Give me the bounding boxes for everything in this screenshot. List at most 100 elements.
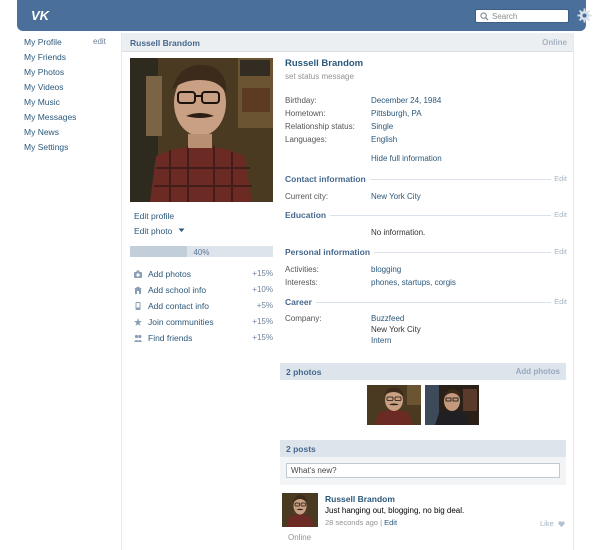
online-footer: Online	[288, 533, 312, 542]
info-value[interactable]: English	[371, 135, 397, 144]
online-status: Online	[542, 38, 567, 47]
info-row-hometown: Hometown: Pittsburgh, PA	[285, 109, 567, 121]
photo-thumbnail[interactable]	[367, 385, 421, 425]
like-button[interactable]: Like	[540, 519, 565, 528]
task-add-photos[interactable]: Add photos +15%	[132, 269, 273, 285]
section-title: Education	[285, 210, 331, 220]
info-key: Relationship status:	[285, 122, 355, 131]
info-row-activities: Activities: blogging	[285, 265, 567, 277]
edit-profile-link[interactable]: edit	[93, 37, 106, 46]
info-value: No information.	[371, 228, 426, 237]
whats-new-input[interactable]: What's new?	[286, 463, 560, 478]
sidebar-item-my-messages[interactable]: My Messages	[24, 112, 114, 127]
info-key: Current city:	[285, 192, 329, 201]
sidebar-item-my-photos[interactable]: My Photos	[24, 67, 114, 82]
profile-name-header: Russell Brandom	[130, 38, 200, 48]
task-find-friends[interactable]: Find friends +15%	[132, 333, 273, 349]
chevron-down-icon	[178, 228, 185, 232]
info-value[interactable]: Buzzfeed	[371, 314, 404, 323]
edit-career-link[interactable]: Edit	[551, 297, 567, 306]
task-percent: +5%	[256, 301, 273, 310]
search-placeholder: Search	[492, 12, 518, 21]
info-key: Activities:	[285, 265, 319, 274]
info-value[interactable]: Intern	[371, 336, 391, 345]
school-icon	[134, 286, 142, 294]
task-label: Find friends	[148, 333, 193, 343]
edit-personal-link[interactable]: Edit	[551, 247, 567, 256]
gear-icon[interactable]	[577, 8, 592, 23]
task-join-communities[interactable]: Join communities +15%	[132, 317, 273, 333]
set-status-link[interactable]: set status message	[285, 72, 354, 81]
info-row-career-position: Intern	[285, 336, 567, 348]
photo-thumbnail[interactable]	[425, 385, 479, 425]
add-photos-link[interactable]: Add photos	[516, 367, 560, 376]
info-key: Company:	[285, 314, 322, 323]
profile-name-bar: Russell Brandom Online	[122, 33, 573, 52]
section-contact: Contact information Edit	[285, 174, 567, 184]
svg-text:VK: VK	[31, 8, 51, 23]
hide-full-info-link[interactable]: Hide full information	[371, 154, 442, 163]
task-add-contact-info[interactable]: Add contact info +5%	[132, 301, 273, 317]
info-value[interactable]: blogging	[371, 265, 401, 274]
info-value[interactable]: phones, startups, corgis	[371, 278, 456, 287]
task-label: Join communities	[148, 317, 214, 327]
sidebar-item-my-friends[interactable]: My Friends	[24, 52, 114, 67]
star-icon	[134, 318, 142, 326]
edit-contact-link[interactable]: Edit	[551, 174, 567, 183]
posts-count[interactable]: 2 posts	[286, 444, 316, 454]
camera-icon	[134, 270, 142, 278]
task-label: Add contact info	[148, 301, 209, 311]
search-input[interactable]: Search	[475, 9, 569, 23]
sidebar-item-my-settings[interactable]: My Settings	[24, 142, 114, 157]
info-row-relationship: Relationship status: Single	[285, 122, 567, 134]
section-title: Personal information	[285, 247, 375, 257]
vk-logo[interactable]: VK	[27, 6, 53, 24]
info-row-interests: Interests: phones, startups, corgis	[285, 278, 567, 290]
section-career: Career Edit	[285, 297, 567, 307]
sidebar-item-my-news[interactable]: My News	[24, 127, 114, 142]
whats-new-placeholder: What's new?	[291, 466, 337, 475]
post-edit-link[interactable]: Edit	[384, 518, 397, 527]
profile-completion-bar: 40%	[130, 246, 273, 257]
sidebar-item-my-videos[interactable]: My Videos	[24, 82, 114, 97]
avatar[interactable]	[282, 493, 318, 527]
heart-icon	[558, 520, 565, 527]
edit-profile-link[interactable]: Edit profile	[134, 211, 174, 221]
post-author[interactable]: Russell Brandom	[325, 494, 395, 504]
posts-header: 2 posts	[280, 440, 566, 457]
like-label: Like	[540, 519, 554, 528]
profile-photo[interactable]	[130, 58, 273, 202]
post-text: Just hanging out, blogging, no big deal.	[325, 506, 465, 515]
info-value[interactable]: Pittsburgh, PA	[371, 109, 422, 118]
task-add-school-info[interactable]: Add school info +10%	[132, 285, 273, 301]
info-value: New York City	[371, 325, 421, 334]
photos-header: 2 photos Add photos	[280, 363, 566, 380]
info-value[interactable]: December 24, 1984	[371, 96, 441, 105]
edit-education-link[interactable]: Edit	[551, 210, 567, 219]
info-key: Hometown:	[285, 109, 326, 118]
info-row-languages: Languages: English	[285, 135, 567, 147]
profile-tasks: Add photos +15% Add school info +10% Add…	[132, 269, 273, 349]
people-icon	[134, 334, 142, 342]
sidebar-item-my-music[interactable]: My Music	[24, 97, 114, 112]
left-nav: My Profile edit My Friends My Photos My …	[24, 37, 114, 157]
info-value[interactable]: New York City	[371, 192, 421, 201]
edit-photo-label: Edit photo	[134, 226, 173, 236]
info-row-education: No information.	[285, 228, 567, 240]
task-percent: +15%	[252, 269, 273, 278]
photos-count[interactable]: 2 photos	[286, 367, 321, 377]
info-value[interactable]: Single	[371, 122, 393, 131]
edit-photo-dropdown[interactable]: Edit photo	[134, 226, 185, 236]
info-row-birthday: Birthday: December 24, 1984	[285, 96, 567, 108]
section-title: Contact information	[285, 174, 370, 184]
task-percent: +10%	[252, 285, 273, 294]
profile-name[interactable]: Russell Brandom	[285, 58, 363, 69]
top-bar: VK Search	[17, 0, 592, 31]
info-key: Interests:	[285, 278, 318, 287]
info-row-city: Current city: New York City	[285, 192, 567, 204]
task-percent: +15%	[252, 333, 273, 342]
post-timestamp[interactable]: 28 seconds ago	[325, 518, 378, 527]
task-label: Add school info	[148, 285, 207, 295]
section-personal: Personal information Edit	[285, 247, 567, 257]
phone-icon	[135, 302, 141, 310]
